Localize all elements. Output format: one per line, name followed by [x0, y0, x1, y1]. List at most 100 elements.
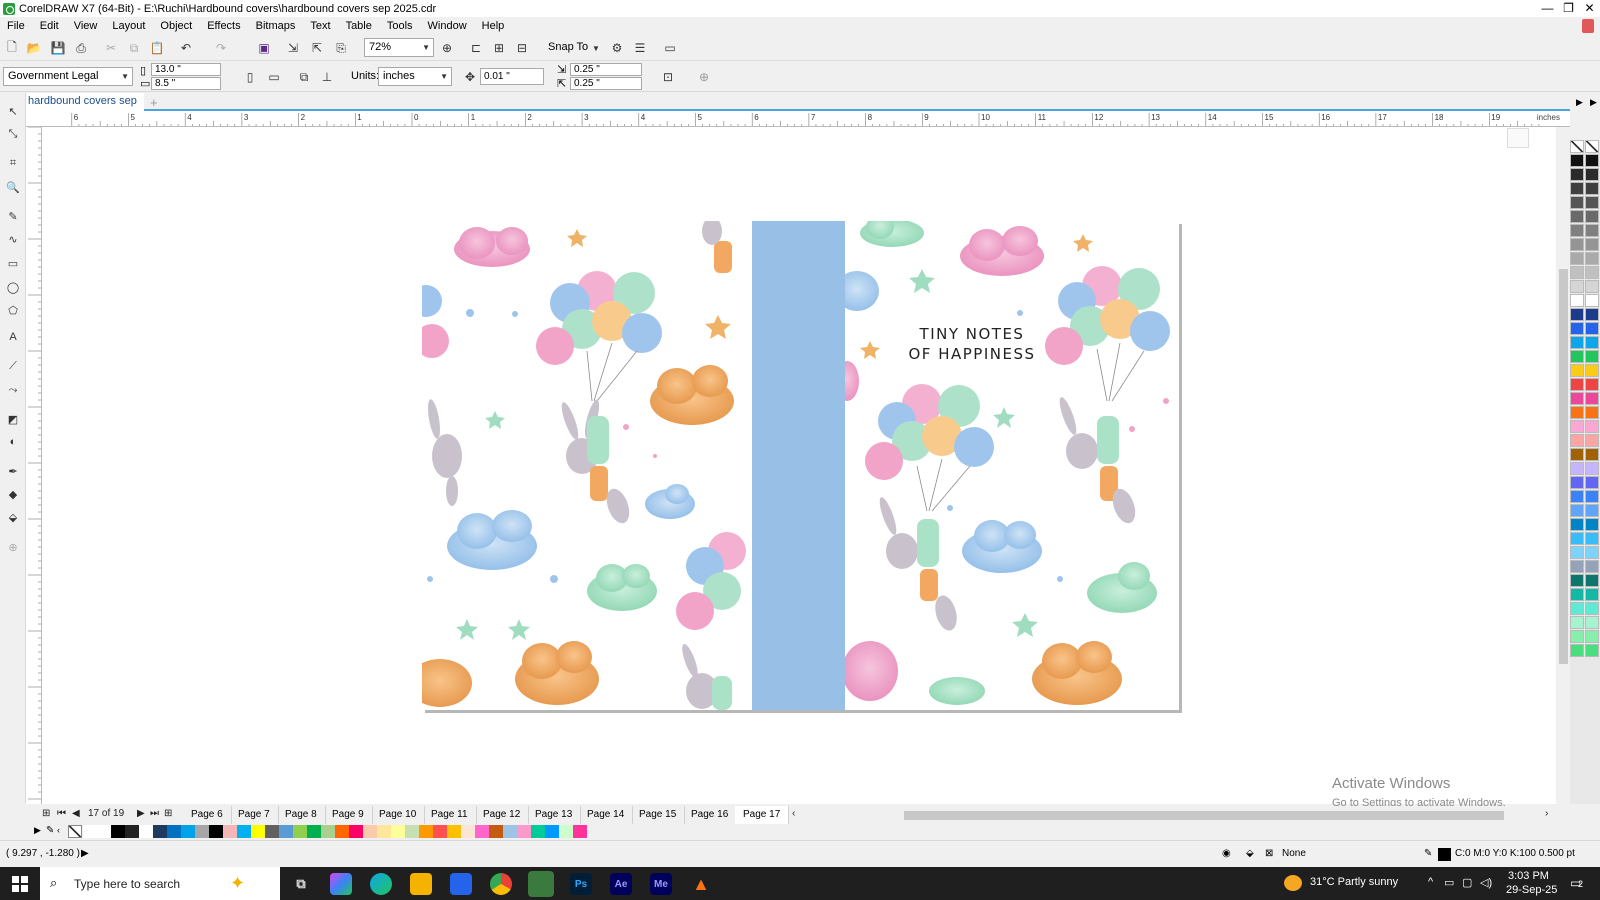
- restore-button[interactable]: ❐: [1558, 0, 1579, 17]
- ellipse-tool-icon[interactable]: ◯: [5, 279, 21, 295]
- document-palette-swatch[interactable]: [405, 825, 419, 838]
- document-palette-swatch[interactable]: [461, 825, 475, 838]
- palette-swatch[interactable]: [1585, 378, 1599, 391]
- palette-swatch[interactable]: [1570, 196, 1584, 209]
- palette-swatch[interactable]: [1570, 546, 1584, 559]
- new-icon[interactable]: 🗋: [4, 40, 20, 56]
- menu-file[interactable]: File: [7, 20, 25, 32]
- vertical-scrollbar[interactable]: [1556, 127, 1570, 804]
- palette-swatch[interactable]: [1570, 210, 1584, 223]
- scroll-right-icon[interactable]: ›: [1545, 808, 1548, 819]
- palette-swatch[interactable]: [1585, 252, 1599, 265]
- palette-swatch[interactable]: [1585, 616, 1599, 629]
- document-palette-swatch[interactable]: [377, 825, 391, 838]
- palette-swatch[interactable]: [1570, 224, 1584, 237]
- palette-swatch[interactable]: [1585, 434, 1599, 447]
- palette-swatch[interactable]: [1570, 294, 1584, 307]
- document-palette-swatch[interactable]: [391, 825, 405, 838]
- clock-date[interactable]: 29-Sep-25: [1506, 884, 1557, 896]
- palette-swatch[interactable]: [1585, 224, 1599, 237]
- palette-swatch[interactable]: [1585, 574, 1599, 587]
- tray-chevron-icon[interactable]: ^: [1428, 876, 1433, 888]
- menu-bitmaps[interactable]: Bitmaps: [256, 20, 296, 32]
- next-page-icon[interactable]: ▶: [137, 808, 145, 819]
- print-icon[interactable]: ⎙: [73, 40, 89, 56]
- photoshop-icon[interactable]: Ps: [570, 873, 592, 895]
- palette-swatch[interactable]: [1585, 518, 1599, 531]
- palette-swatch[interactable]: [1570, 266, 1584, 279]
- task-view-icon[interactable]: ⧉: [290, 873, 312, 895]
- chevron-down-icon[interactable]: ▼: [588, 40, 604, 56]
- add-icon[interactable]: ⊕: [696, 69, 712, 85]
- document-palette-swatch[interactable]: [517, 825, 531, 838]
- palette-swatch[interactable]: [1585, 406, 1599, 419]
- document-palette-swatch[interactable]: [433, 825, 447, 838]
- page-tab[interactable]: Page 10: [371, 806, 426, 824]
- palette-swatch[interactable]: [1585, 294, 1599, 307]
- palette-swatch[interactable]: [1585, 210, 1599, 223]
- menu-tools[interactable]: Tools: [387, 20, 413, 32]
- palette-swatch[interactable]: [1585, 154, 1599, 167]
- cover-title-line-2[interactable]: OF HAPPINESS: [902, 345, 1042, 363]
- parallel-dimension-icon[interactable]: ⟋: [5, 358, 21, 374]
- page-tab[interactable]: Page 12: [475, 806, 530, 824]
- after-effects-icon[interactable]: Ae: [610, 873, 632, 895]
- palette-swatch[interactable]: [1570, 560, 1584, 573]
- document-tab[interactable]: hardbound covers sep ...: [26, 93, 144, 124]
- connector-tool-icon[interactable]: ⤳: [5, 382, 21, 398]
- export-icon[interactable]: ⇱: [309, 40, 325, 56]
- artistic-media-icon[interactable]: ∿: [5, 231, 21, 247]
- palette-swatch[interactable]: [1585, 336, 1599, 349]
- open-icon[interactable]: 📂: [26, 40, 42, 56]
- palette-swatch[interactable]: [1585, 420, 1599, 433]
- clock-time[interactable]: 3:03 PM: [1508, 870, 1549, 882]
- palette-swatch[interactable]: [1570, 350, 1584, 363]
- menu-object[interactable]: Object: [160, 20, 192, 32]
- palette-swatch[interactable]: [1570, 434, 1584, 447]
- menu-view[interactable]: View: [74, 20, 98, 32]
- palette-swatch[interactable]: [1585, 588, 1599, 601]
- horizontal-ruler[interactable]: 6 5 4 3 2 1 0 1 2 3 4 5 6 7 8 9 10 11 12 13 14 15 16 17 18 19 inc…: [26, 111, 1570, 127]
- undo-icon[interactable]: ↶: [178, 40, 194, 56]
- document-palette-swatch[interactable]: [335, 825, 349, 838]
- document-palette-swatch[interactable]: [447, 825, 461, 838]
- document-palette-swatch[interactable]: [251, 825, 265, 838]
- menu-layout[interactable]: Layout: [112, 20, 145, 32]
- interactive-fill-icon[interactable]: ◆: [5, 486, 21, 502]
- page-tab[interactable]: Page 9: [324, 806, 373, 824]
- eyedropper-icon[interactable]: ✒: [5, 463, 21, 479]
- smart-fill-icon[interactable]: ⬙: [5, 509, 21, 525]
- cut-icon[interactable]: ✂: [103, 40, 119, 56]
- palette-swatch[interactable]: [1570, 308, 1584, 321]
- palette-swatch[interactable]: [1585, 308, 1599, 321]
- menu-help[interactable]: Help: [482, 20, 505, 32]
- status-expand-icon[interactable]: ▶: [81, 848, 89, 859]
- weather-text[interactable]: 31°C Partly sunny: [1310, 876, 1398, 888]
- palette-swatch[interactable]: [1585, 392, 1599, 405]
- windows-start-icon[interactable]: [12, 876, 28, 892]
- document-palette-swatch[interactable]: [125, 825, 139, 838]
- guidelines-icon[interactable]: ⊟: [514, 40, 530, 56]
- palette-swatch[interactable]: [1570, 630, 1584, 643]
- document-palette-swatch[interactable]: [153, 825, 167, 838]
- menu-edit[interactable]: Edit: [40, 20, 59, 32]
- document-palette-swatch[interactable]: [531, 825, 545, 838]
- current-page-icon[interactable]: ⊥: [319, 69, 335, 85]
- palette-swatch[interactable]: [1570, 532, 1584, 545]
- palette-swatch[interactable]: [1570, 490, 1584, 503]
- palette-swatch[interactable]: [1570, 616, 1584, 629]
- palette-swatch[interactable]: [1570, 392, 1584, 405]
- palette-arrow-icon[interactable]: ▶: [34, 825, 41, 836]
- palette-swatch[interactable]: [1585, 560, 1599, 573]
- duplicate-y-input[interactable]: 0.25 ": [570, 77, 642, 90]
- page-width-input[interactable]: 13.0 ": [151, 63, 221, 76]
- account-icon[interactable]: [1582, 19, 1594, 33]
- page-tab[interactable]: Page 17: [735, 806, 790, 824]
- save-icon[interactable]: 💾: [50, 40, 66, 56]
- palette-swatch[interactable]: [1570, 574, 1584, 587]
- palette-swatch[interactable]: [1570, 336, 1584, 349]
- shape-tool-icon[interactable]: ⤡: [5, 126, 21, 142]
- page-tab[interactable]: Page 14: [579, 806, 634, 824]
- vlc-icon[interactable]: ▲: [690, 873, 712, 895]
- book-spine[interactable]: [752, 221, 845, 710]
